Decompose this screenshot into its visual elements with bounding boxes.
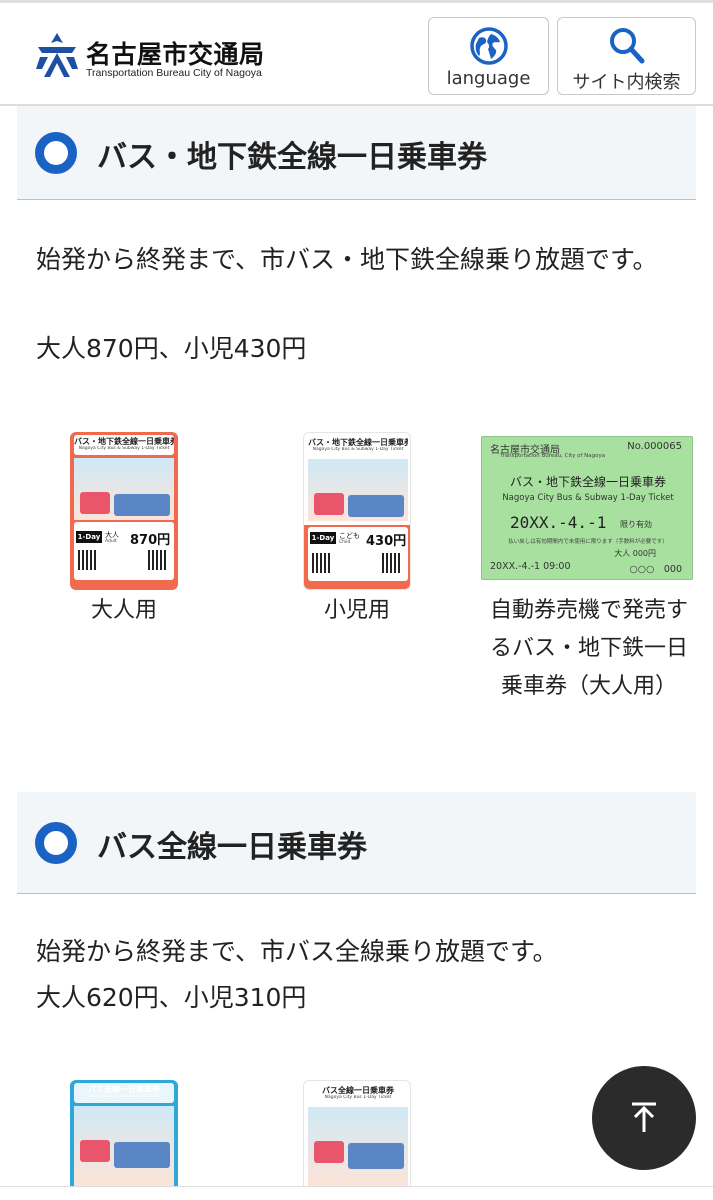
ticket-sub: Nagoya City Bus 1-Day Ticket (324, 1095, 392, 1100)
section-marker-icon (35, 132, 77, 174)
logo-subtitle: Transportation Bureau City of Nagoya (86, 67, 262, 79)
section-title: バス全線一日乗車券 (97, 830, 367, 865)
ticket-caption: 自動券売機で発売するバス・地下鉄一日乗車券（大人用） (489, 598, 688, 699)
ticket-sub: Nagoya City Bus & Subway 1-Day Ticket (312, 447, 404, 452)
bus-adult-ticket-image: バス全線一日乗車券 Nagoya City Bus 1-Day Ticket (70, 1080, 178, 1200)
section-title: バス・地下鉄全線一日乗車券 (97, 140, 487, 175)
ticket-notice: 払い戻しは有効期間内で未使用に限ります（手数料が必要です） (508, 539, 668, 545)
machine-ticket-image: 名古屋市交通局 Transportation Bureau, City of N… (481, 436, 693, 580)
ticket-price: 430円 (366, 534, 407, 549)
ticket-price-line: 大人 000円 (614, 549, 656, 558)
ticket-badge: 1-Day (76, 531, 102, 543)
ticket-valid-date: 20XX.-4.-1 (510, 513, 607, 532)
bureau-emblem-icon (36, 33, 78, 77)
bottom-nav-edge (0, 1186, 713, 1200)
site-search-button[interactable]: サイト内検索 (557, 17, 696, 95)
back-to-top-button[interactable] (592, 1066, 696, 1170)
search-label: サイト内検索 (572, 72, 681, 93)
ticket-valid-suffix: 限り有効 (620, 520, 652, 529)
section-heading-bus: バス全線一日乗車券 (17, 792, 696, 894)
section-price: 大人620円、小児310円 (36, 983, 307, 1012)
site-header: 名古屋市交通局 Transportation Bureau City of Na… (0, 0, 713, 106)
ticket-issuer-en: Transportation Bureau, City of Nagoya (500, 453, 606, 459)
bus-child-ticket-image: バス全線一日乗車券 Nagoya City Bus 1-Day Ticket (303, 1080, 411, 1200)
adult-ticket-image: バス・地下鉄全線一日乗車券 Nagoya City Bus & Subway 1… (70, 432, 178, 590)
section-heading-bus-subway: バス・地下鉄全線一日乗車券 (17, 106, 696, 200)
logo-title: 名古屋市交通局 (86, 40, 265, 69)
section-description: 始発から終発まで、市バス全線乗り放題です。 (36, 937, 558, 966)
site-logo[interactable]: 名古屋市交通局 Transportation Bureau City of Na… (34, 31, 294, 83)
section-description: 始発から終発まで、市バス・地下鉄全線乗り放題です。 (36, 245, 658, 274)
ticket-sub: Nagoya City Bus & Subway 1-Day Ticket (502, 493, 674, 503)
ticket-number: No.000065 (627, 441, 682, 452)
ticket-footer-codes: ○○○ 000 (629, 564, 682, 575)
ticket-footer-date: 20XX.-4.-1 09:00 (490, 561, 571, 572)
ticket-type-en: Adult (105, 539, 117, 544)
ticket-sub: Nagoya City Bus & Subway 1-Day Ticket (78, 446, 170, 451)
globe-icon (469, 27, 508, 65)
section-marker-icon (35, 822, 77, 864)
ticket-sub: Nagoya City Bus 1-Day Ticket (90, 1094, 158, 1099)
ticket-caption: 小児用 (323, 598, 390, 623)
section-price: 大人870円、小児430円 (36, 334, 307, 363)
ticket-type-en: Child (339, 540, 351, 545)
language-label: language (446, 68, 531, 89)
ticket-price: 870円 (130, 533, 171, 548)
child-ticket-image: バス・地下鉄全線一日乗車券 Nagoya City Bus & Subway 1… (303, 432, 411, 590)
language-button[interactable]: language (428, 17, 549, 95)
arrow-up-icon (632, 1102, 656, 1132)
ticket-head: バス・地下鉄全線一日乗車券 (509, 475, 666, 489)
ticket-caption: 大人用 (90, 598, 157, 623)
ticket-badge: 1-Day (310, 532, 336, 544)
magnifier-icon (609, 28, 644, 64)
